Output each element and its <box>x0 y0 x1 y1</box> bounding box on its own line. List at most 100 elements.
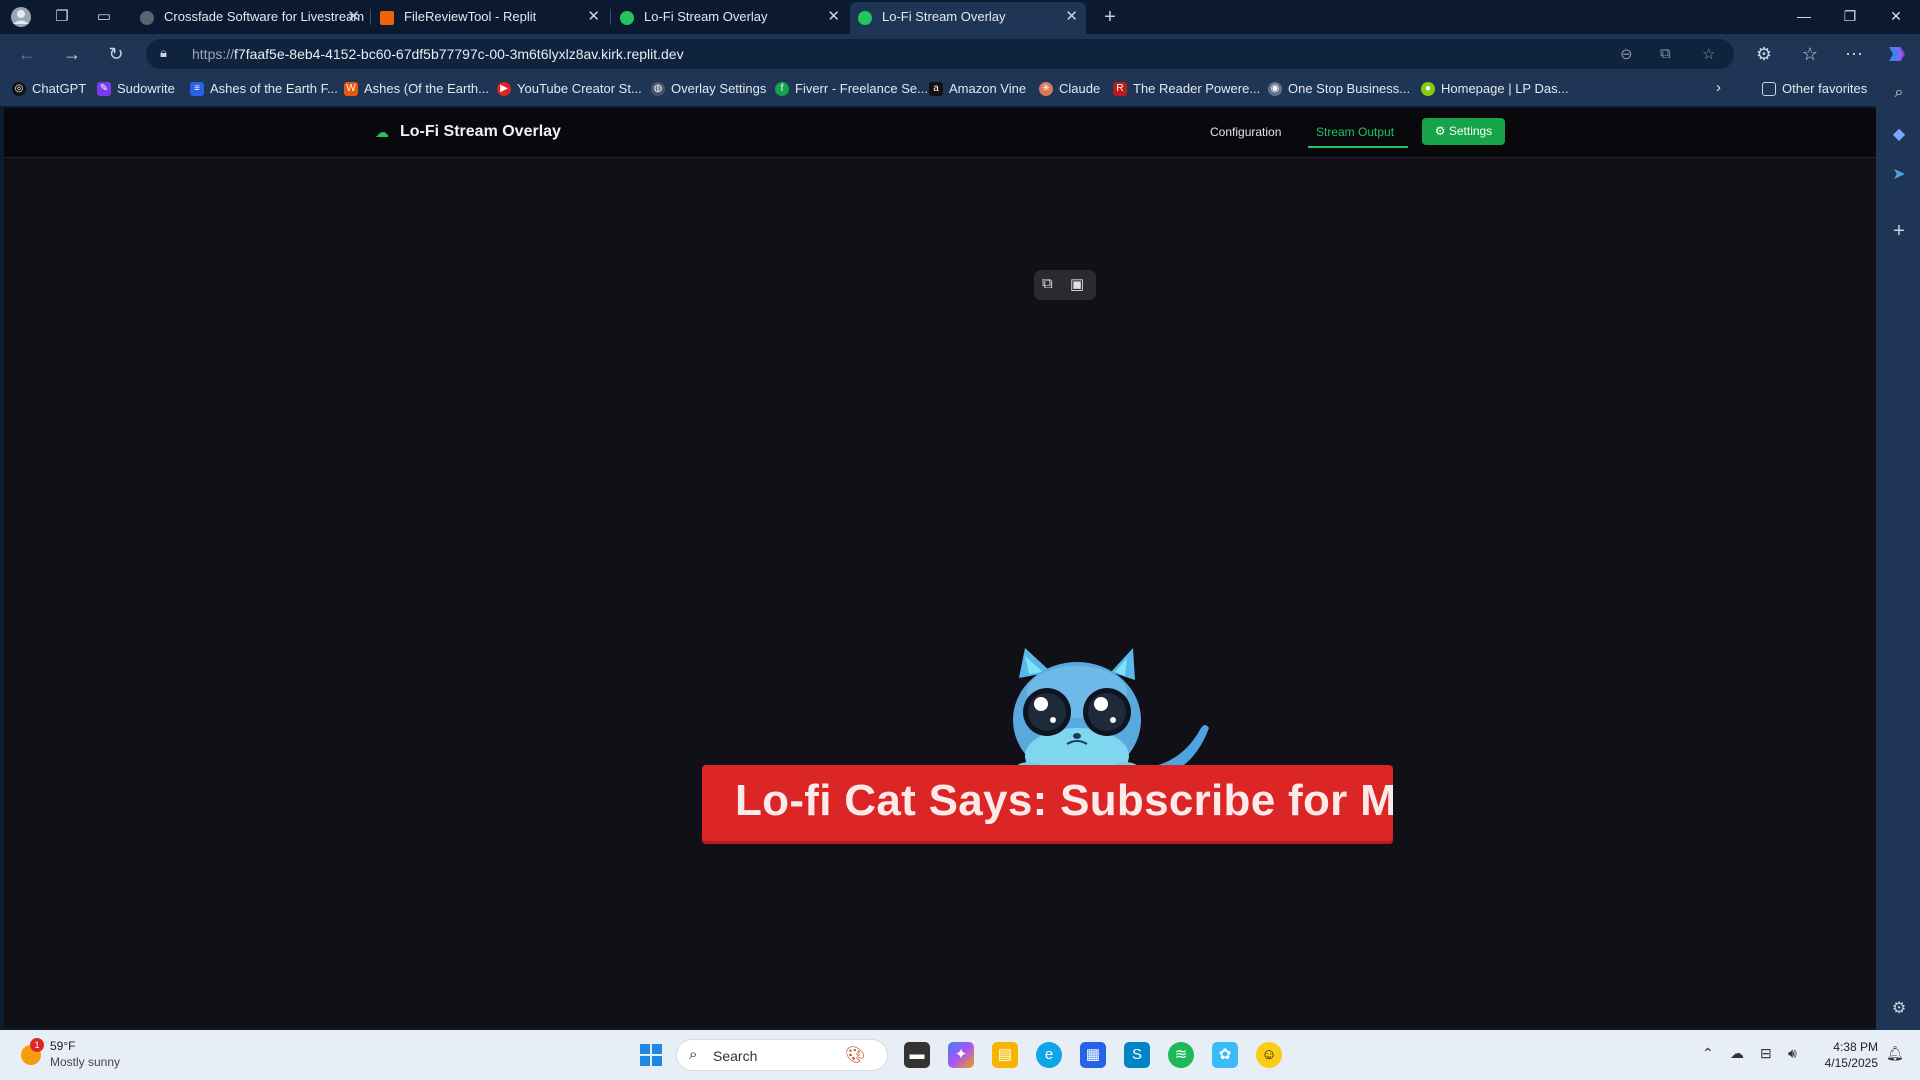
show-hidden-icons-chevron-icon[interactable]: ⌃ <box>1702 1045 1714 1062</box>
system-clock[interactable]: 4:38 PM 4/15/2025 <box>1820 1039 1878 1071</box>
tab-label: Lo-Fi Stream Overlay <box>644 9 768 24</box>
edge-browser-icon[interactable]: e <box>1036 1042 1062 1068</box>
browser-sidebar: ⌕ ◆ ➤ + ⚙ <box>1876 74 1920 1030</box>
extensions-icon[interactable]: ⚙ <box>1752 43 1776 65</box>
address-bar[interactable]: 🔒︎ https://f7faaf5e-8eb4-4152-bc60-67df5… <box>146 39 1734 69</box>
video-overlay-controls: ⧉ ▣ <box>1034 270 1096 300</box>
volume-icon[interactable]: 🔊︎ <box>1788 1045 1797 1062</box>
lofi-favicon-icon <box>620 11 634 25</box>
nav-stream-output[interactable]: Stream Output <box>1316 125 1394 139</box>
bookmark-amazon-vine[interactable]: a Amazon Vine <box>929 81 1026 96</box>
search-highlight-icon: 🎨︎ <box>845 1047 866 1064</box>
bookmark-claude[interactable]: ✳ Claude <box>1039 81 1100 96</box>
task-view-icon[interactable]: ▬ <box>904 1042 930 1068</box>
app-brand-title[interactable]: Lo-Fi Stream Overlay <box>400 123 561 141</box>
workspaces-icon[interactable]: ❐ <box>51 6 73 28</box>
profile-avatar-icon[interactable] <box>10 6 32 28</box>
bookmark-other-favorites[interactable]: Other favorites <box>1762 81 1867 96</box>
amazon-icon: a <box>929 82 943 96</box>
app-header: ☁ Lo-Fi Stream Overlay Configuration Str… <box>4 108 1876 158</box>
bookmark-ashes-doc[interactable]: ≡ Ashes of the Earth F... <box>190 81 338 96</box>
sidebar-search-icon[interactable]: ⌕ <box>1888 84 1910 106</box>
weather-desc: Mostly sunny <box>50 1055 121 1069</box>
tab-filereviewtool[interactable]: FileReviewTool - Replit ✕ <box>372 2 608 34</box>
search-icon: ⌕ <box>689 1046 698 1063</box>
sidebar-telegram-icon[interactable]: ➤ <box>1888 164 1910 186</box>
browser-titlebar: ❐ ▭ Crossfade Software for Livestream ✕ … <box>0 0 1920 34</box>
microsoft-store-icon[interactable]: ▦ <box>1080 1042 1106 1068</box>
onedrive-icon[interactable]: ☁ <box>1730 1045 1744 1062</box>
nav-configuration[interactable]: Configuration <box>1210 125 1281 139</box>
subscribe-banner: Lo-fi Cat Says: Subscribe for Mor <box>702 765 1393 844</box>
business-icon: ◉ <box>1268 82 1282 96</box>
fiverr-icon: f <box>775 82 789 96</box>
tab-lofi-overlay-1[interactable]: Lo-Fi Stream Overlay ✕ <box>612 2 848 34</box>
skype-app-icon[interactable]: S <box>1124 1042 1150 1068</box>
bookmark-one-stop[interactable]: ◉ One Stop Business... <box>1268 81 1410 96</box>
copilot-app-icon[interactable]: ✦ <box>948 1042 974 1068</box>
youtube-icon: ▶ <box>497 82 511 96</box>
more-bookmarks-chevron-icon[interactable]: › <box>1716 79 1721 96</box>
close-tab-icon[interactable]: ✕ <box>347 2 360 32</box>
minimize-icon[interactable]: — <box>1782 0 1826 34</box>
zoom-out-icon[interactable]: ⊖ <box>1620 45 1633 63</box>
snapchat-icon[interactable]: ☺ <box>1256 1042 1282 1068</box>
restore-icon[interactable]: ❐ <box>1828 0 1872 34</box>
url-text[interactable]: https://f7faaf5e-8eb4-4152-bc60-67df5b77… <box>192 46 684 62</box>
picture-in-picture-exit-icon[interactable]: ⧉ <box>1042 275 1053 292</box>
sidebar-add-icon[interactable]: + <box>1888 220 1910 242</box>
more-menu-icon[interactable]: ⋯ <box>1842 43 1866 65</box>
copilot-icon[interactable] <box>1884 43 1908 65</box>
back-icon[interactable]: ← <box>15 43 39 65</box>
close-tab-icon[interactable]: ✕ <box>1065 2 1078 32</box>
notification-bell-icon[interactable]: 🔔︎ <box>1886 1045 1904 1062</box>
file-explorer-icon[interactable]: ▤ <box>992 1042 1018 1068</box>
doc-icon: ≡ <box>190 82 204 96</box>
bookmark-reader[interactable]: R The Reader Powere... <box>1113 81 1260 96</box>
picture-in-picture-icon[interactable]: ▣ <box>1070 275 1084 293</box>
spotify-icon[interactable]: ≋ <box>1168 1042 1194 1068</box>
forward-icon[interactable]: → <box>60 43 84 65</box>
bookmark-ashes-w[interactable]: W Ashes (Of the Earth... <box>344 81 489 96</box>
weather-temp: 59°F <box>50 1039 76 1053</box>
lock-icon[interactable]: 🔒︎ <box>160 45 167 61</box>
bookmark-chatgpt[interactable]: ◎ ChatGPT <box>12 81 86 96</box>
bookmark-homepage-lp[interactable]: ● Homepage | LP Das... <box>1421 81 1568 96</box>
favorites-icon[interactable]: ☆ <box>1798 43 1822 65</box>
bookmark-youtube[interactable]: ▶ YouTube Creator St... <box>497 81 642 96</box>
paint-app-icon[interactable]: ✿ <box>1212 1042 1238 1068</box>
network-icon[interactable]: ⊟ <box>1760 1045 1772 1062</box>
reader-icon: R <box>1113 82 1127 96</box>
windows-start-icon[interactable] <box>638 1042 664 1068</box>
sidebar-settings-gear-icon[interactable]: ⚙ <box>1888 998 1910 1020</box>
sidebar-shopping-tag-icon[interactable]: ◆ <box>1888 124 1910 146</box>
banner-text: Lo-fi Cat Says: Subscribe for Mor <box>735 776 1393 825</box>
tab-divider <box>370 9 371 25</box>
tab-favicon-icon <box>140 11 154 25</box>
bookmarks-bar: ◎ ChatGPT ✎ Sudowrite ≡ Ashes of the Earth … <box>0 74 1920 106</box>
favorite-star-icon[interactable]: ☆ <box>1702 45 1715 63</box>
close-tab-icon[interactable]: ✕ <box>827 2 840 32</box>
close-window-icon[interactable]: ✕ <box>1874 0 1918 34</box>
close-tab-icon[interactable]: ✕ <box>587 2 600 32</box>
cloud-logo-icon: ☁ <box>375 124 389 140</box>
globe-icon: ◍ <box>651 82 665 96</box>
bookmark-sudowrite[interactable]: ✎ Sudowrite <box>97 81 175 96</box>
settings-button[interactable]: ⚙ Settings <box>1422 118 1505 145</box>
tab-actions-icon[interactable]: ▭ <box>93 6 115 28</box>
tab-divider <box>610 9 611 25</box>
new-tab-icon[interactable]: + <box>1099 6 1121 28</box>
windows-taskbar: 1 59°F Mostly sunny ⌕ Search 🎨︎ ▬ ✦ ▤ e … <box>0 1030 1920 1080</box>
browser-toolbar: ← → ↻ 🔒︎ https://f7faaf5e-8eb4-4152-bc60… <box>0 34 1920 74</box>
refresh-icon[interactable]: ↻ <box>104 43 128 65</box>
taskbar-search-input[interactable]: ⌕ Search 🎨︎ <box>676 1039 888 1071</box>
bookmark-overlay-settings[interactable]: ◍ Overlay Settings <box>651 81 766 96</box>
tab-crossfade[interactable]: Crossfade Software for Livestream ✕ <box>132 2 368 34</box>
lofi-favicon-icon <box>858 11 872 25</box>
w-icon: W <box>344 82 358 96</box>
bookmark-fiverr[interactable]: f Fiverr - Freelance Se... <box>775 81 928 96</box>
claude-icon: ✳ <box>1039 82 1053 96</box>
app-available-icon[interactable]: ⧉ <box>1660 45 1671 62</box>
tab-lofi-overlay-2[interactable]: Lo-Fi Stream Overlay ✕ <box>850 2 1086 34</box>
tab-label: FileReviewTool - Replit <box>404 9 537 24</box>
